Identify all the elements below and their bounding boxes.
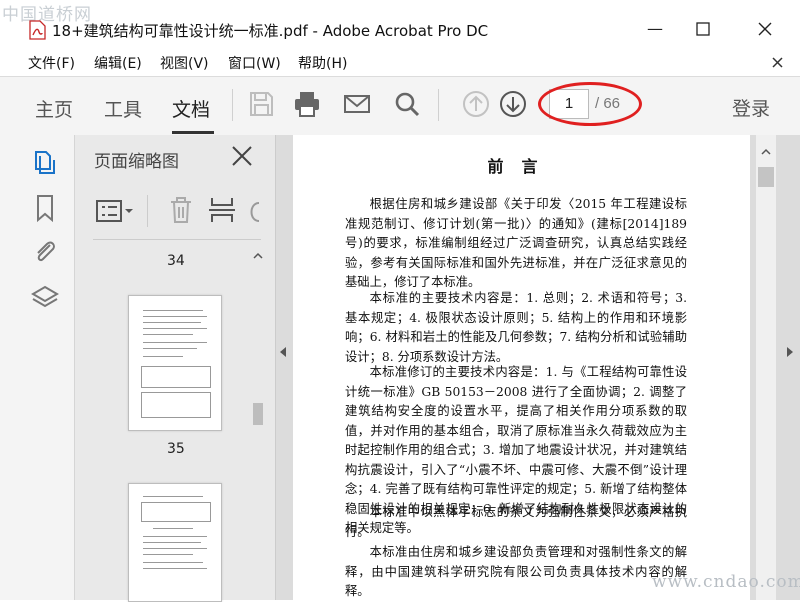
pdf-file-icon — [29, 20, 46, 40]
menu-file[interactable]: 文件(F) — [28, 53, 75, 73]
paragraph: 本标准的主要技术内容是：1. 总则；2. 术语和符号；3. 基本规定；4. 极限… — [345, 291, 687, 364]
document-scrollbar[interactable] — [756, 135, 776, 600]
page-thumbnails-icon[interactable] — [30, 147, 60, 177]
insert-pages-icon[interactable] — [207, 195, 237, 225]
login-button[interactable]: 登录 — [732, 94, 770, 121]
panel-divider — [147, 195, 148, 227]
thumbnail-scrollbar[interactable] — [251, 245, 265, 600]
thumbnail-panel-title: 页面缩略图 — [94, 152, 179, 172]
thumbnail-options-icon[interactable] — [95, 197, 137, 225]
tab-document[interactable]: 文档 — [172, 95, 210, 122]
menu-window[interactable]: 窗口(W) — [228, 53, 281, 73]
toolbar-divider — [438, 89, 439, 121]
save-icon[interactable] — [246, 89, 276, 119]
window-title: 18+建筑结构可靠性设计统一标准.pdf - Adobe Acrobat Pro… — [52, 22, 489, 40]
scroll-up-icon[interactable] — [756, 145, 776, 159]
close-window-button[interactable] — [742, 14, 788, 44]
maximize-button[interactable] — [680, 14, 726, 44]
scroll-up-icon[interactable] — [251, 249, 265, 263]
search-icon[interactable] — [392, 89, 422, 119]
tab-tools[interactable]: 工具 — [104, 95, 142, 122]
paragraph: 本标准由住房和城乡建设部负责管理和对强制性条文的解释，由中国建筑科学研究院有限公… — [345, 545, 687, 598]
menu-edit[interactable]: 编辑(E) — [94, 53, 142, 73]
navigation-rail — [0, 135, 75, 600]
paragraph: 本标准中以黑体字标志的条文为强制性条文，必须严格执行。 — [345, 505, 687, 539]
title-bar: 中国道桥网 18+建筑结构可靠性设计统一标准.pdf - Adobe Acrob… — [0, 0, 800, 48]
scroll-thumb[interactable] — [758, 167, 774, 187]
toolbar: 主页 工具 文档 1 / 66 登录 — [0, 76, 800, 136]
menu-help[interactable]: 帮助(H) — [298, 53, 347, 73]
scroll-thumb[interactable] — [253, 403, 263, 425]
delete-pages-icon[interactable] — [167, 195, 195, 225]
close-panel-icon[interactable] — [231, 145, 253, 167]
panel-separator — [93, 239, 261, 240]
menu-bar: 文件(F) 编辑(E) 视图(V) 窗口(W) 帮助(H) — [0, 48, 800, 76]
active-tab-indicator — [172, 131, 214, 134]
pdf-page: 前言 根据住房和城乡建设部《关于印发〈2015 年工程建设标准规范制订、修订计划… — [293, 135, 750, 600]
close-document-icon[interactable] — [772, 57, 783, 68]
thumbnail-page[interactable] — [128, 295, 222, 431]
rotate-pages-icon[interactable] — [247, 199, 261, 225]
menu-view[interactable]: 视图(V) — [160, 53, 209, 73]
bookmarks-icon[interactable] — [30, 193, 60, 223]
page-heading: 前言 — [487, 157, 556, 176]
print-icon[interactable] — [292, 89, 322, 119]
collapse-left-icon[interactable] — [279, 346, 287, 358]
attachments-icon[interactable] — [30, 237, 60, 267]
thumbnail-panel: 页面缩略图 34 35 — [75, 135, 276, 602]
previous-page-icon[interactable] — [461, 89, 491, 119]
thumbnail-page[interactable] — [128, 483, 222, 602]
tab-home[interactable]: 主页 — [35, 95, 73, 122]
paragraph: 根据住房和城乡建设部《关于印发〈2015 年工程建设标准规范制订、修订计划(第一… — [345, 197, 687, 289]
layers-icon[interactable] — [30, 283, 60, 313]
minimize-button[interactable]: — — [632, 14, 678, 44]
thumbnail-page-number: 34 — [167, 253, 185, 269]
email-icon[interactable] — [342, 89, 372, 119]
collapse-right-icon[interactable] — [786, 346, 794, 358]
annotation-ellipse — [538, 82, 642, 126]
watermark-bottom: www.cndao.com — [652, 572, 800, 592]
next-page-icon[interactable] — [498, 89, 528, 119]
toolbar-divider — [232, 89, 233, 121]
thumbnail-page-number: 35 — [167, 441, 185, 457]
